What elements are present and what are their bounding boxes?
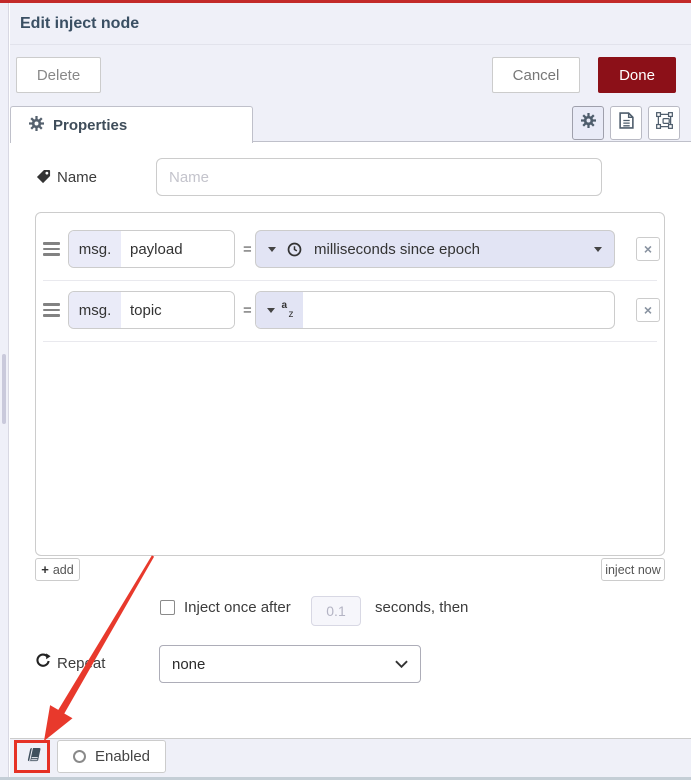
string-type-icon: az xyxy=(281,300,294,320)
drag-handle[interactable] xyxy=(43,303,60,317)
status-circle-icon xyxy=(72,750,86,763)
seconds-then-label: seconds, then xyxy=(375,599,469,616)
typed-input-topic: az xyxy=(255,291,615,329)
edit-inject-node-dialog: Edit inject node Delete Cancel Done Prop… xyxy=(0,0,691,780)
docs-toggle-annotation[interactable] xyxy=(14,740,50,773)
document-icon xyxy=(618,112,634,134)
add-button-label: add xyxy=(52,562,74,577)
inject-once-checkbox[interactable] xyxy=(160,600,175,615)
equals-sign: = xyxy=(243,302,252,319)
gear-icon xyxy=(580,113,596,133)
msg-prefix: msg. xyxy=(69,292,121,328)
tray-resize-grip[interactable] xyxy=(2,354,6,424)
name-input[interactable] xyxy=(156,158,602,196)
prop-key-group: msg. xyxy=(68,291,235,329)
repeat-icon xyxy=(35,653,51,674)
description-view-button[interactable] xyxy=(610,106,642,140)
prop-key-group: msg. xyxy=(68,230,235,268)
name-label: Name xyxy=(57,169,98,186)
chevron-down-icon xyxy=(266,307,275,313)
inject-now-label: inject now xyxy=(605,562,661,577)
drag-handle[interactable] xyxy=(43,242,60,256)
clock-icon xyxy=(287,242,302,257)
enabled-label: Enabled xyxy=(94,748,151,765)
repeat-select-value: none xyxy=(172,655,206,673)
chevron-down-icon[interactable] xyxy=(594,246,602,252)
appearance-view-button[interactable] xyxy=(648,106,680,140)
gear-icon xyxy=(29,115,44,135)
typed-input-payload[interactable]: milliseconds since epoch xyxy=(255,230,615,268)
row-separator xyxy=(43,280,657,281)
chevron-down-icon xyxy=(395,660,408,668)
remove-row-button[interactable]: × xyxy=(636,298,660,322)
inject-once-label: Inject once after xyxy=(184,599,291,616)
tab-properties-label: Properties xyxy=(53,116,128,134)
appearance-icon xyxy=(655,112,673,134)
chevron-down-icon[interactable] xyxy=(268,246,276,252)
enabled-toggle-button[interactable]: Enabled xyxy=(57,740,166,773)
typed-value-input[interactable] xyxy=(303,301,614,319)
msg-prefix: msg. xyxy=(69,231,121,267)
inject-now-button[interactable]: inject now xyxy=(601,558,665,581)
book-icon xyxy=(24,747,41,767)
equals-sign: = xyxy=(243,241,252,258)
prop-key-input[interactable] xyxy=(121,231,234,267)
plus-icon: + xyxy=(41,562,49,577)
tab-properties[interactable]: Properties xyxy=(10,106,253,143)
dialog-button-row xyxy=(10,45,691,100)
type-select-button[interactable]: az xyxy=(256,292,303,328)
delete-button[interactable]: Delete xyxy=(16,57,101,93)
repeat-label: Repeat xyxy=(57,655,106,672)
add-button[interactable]: + add xyxy=(35,558,80,581)
row-separator xyxy=(43,341,657,342)
typed-value-label: milliseconds since epoch xyxy=(314,240,480,258)
inject-once-delay-input[interactable] xyxy=(311,596,361,626)
repeat-select[interactable]: none xyxy=(159,645,421,683)
dialog-title: Edit inject node xyxy=(10,3,691,45)
properties-view-button[interactable] xyxy=(572,106,604,140)
tag-icon xyxy=(36,169,51,189)
cancel-button[interactable]: Cancel xyxy=(492,57,580,93)
prop-key-input[interactable] xyxy=(121,292,234,328)
done-button[interactable]: Done xyxy=(598,57,676,93)
remove-row-button[interactable]: × xyxy=(636,237,660,261)
